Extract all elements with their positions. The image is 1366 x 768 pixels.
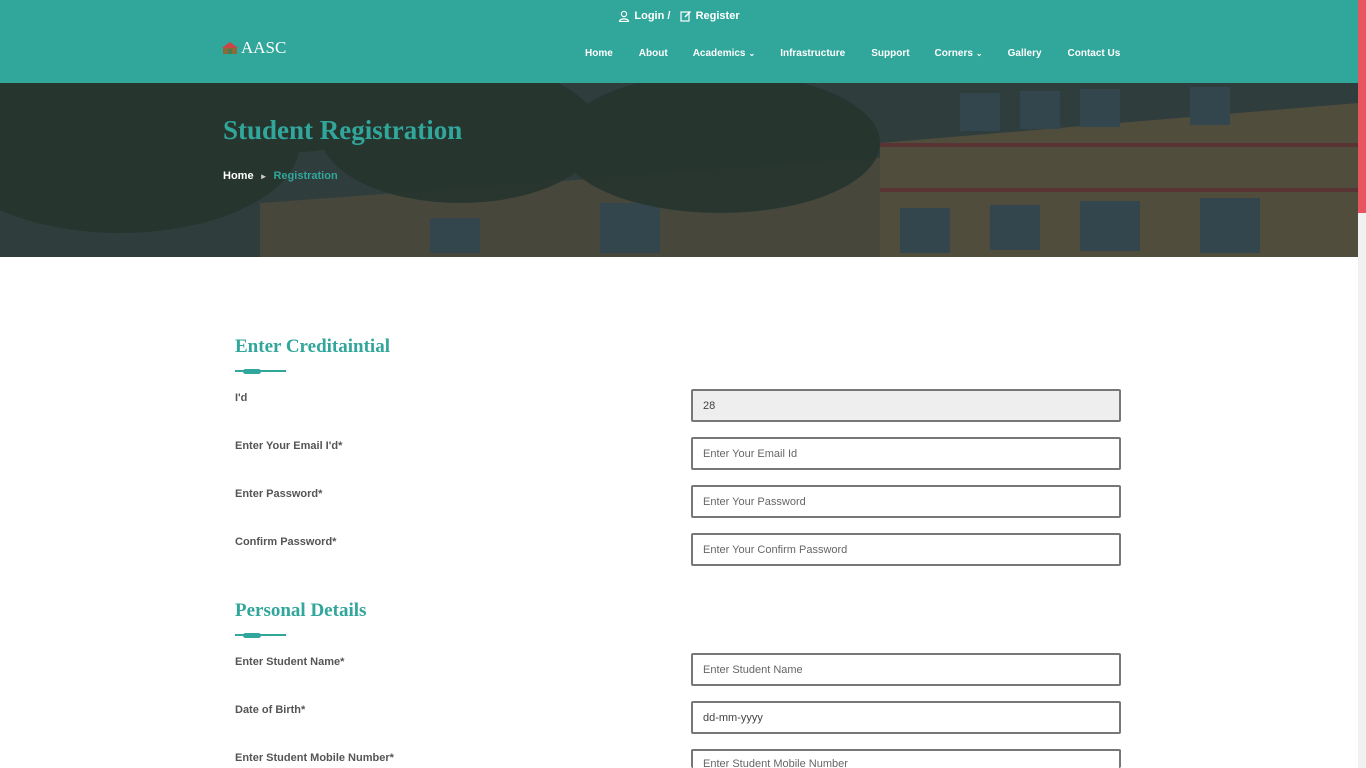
confirm-password-field[interactable] — [691, 533, 1121, 566]
user-icon — [619, 10, 630, 22]
section-underline — [235, 632, 286, 638]
mobile-label: Enter Student Mobile Number* — [235, 752, 394, 764]
site-header: Login / Register AASC Home About Academi… — [0, 0, 1358, 83]
scrollbar-thumb[interactable] — [1358, 0, 1366, 213]
email-field[interactable] — [691, 437, 1121, 470]
login-link[interactable]: Login / — [618, 10, 670, 22]
confirm-password-label: Confirm Password* — [235, 536, 337, 548]
banner-background-image — [0, 83, 1358, 257]
nav-support[interactable]: Support — [871, 48, 909, 59]
credentials-section-title: Enter Creditaintial — [235, 336, 390, 357]
register-label: Register — [695, 10, 740, 22]
site-logo[interactable]: AASC — [222, 38, 286, 58]
email-label: Enter Your Email I'd* — [235, 440, 343, 452]
mobile-field[interactable] — [691, 749, 1121, 768]
nav-about[interactable]: About — [639, 48, 668, 59]
password-label: Enter Password* — [235, 488, 323, 500]
student-name-label: Enter Student Name* — [235, 656, 345, 668]
nav-home-label: Home — [585, 48, 613, 59]
breadcrumb-separator-icon: ► — [259, 171, 268, 181]
nav-contact-label: Contact Us — [1067, 48, 1121, 59]
logo-emblem-icon — [222, 41, 238, 54]
nav-academics[interactable]: Academics ⌄ — [693, 48, 756, 59]
chevron-down-icon: ⌄ — [748, 49, 756, 58]
student-name-field[interactable] — [691, 653, 1121, 686]
chevron-down-icon: ⌄ — [975, 49, 983, 58]
register-link[interactable]: Register — [679, 10, 740, 22]
nav-about-label: About — [638, 48, 668, 59]
page-banner: Student Registration Home ► Registration — [0, 83, 1358, 257]
top-bar: Login / Register — [0, 10, 1358, 25]
page-title: Student Registration — [223, 115, 463, 145]
breadcrumb: Home ► Registration — [223, 170, 338, 182]
nav-gallery-label: Gallery — [1007, 48, 1042, 59]
nav-academics-label: Academics — [692, 48, 746, 59]
nav-support-label: Support — [871, 48, 910, 59]
personal-section-title: Personal Details — [235, 600, 367, 621]
dob-label: Date of Birth* — [235, 704, 306, 716]
id-field[interactable] — [691, 389, 1121, 422]
login-label: Login / — [634, 10, 671, 22]
dob-field[interactable] — [691, 701, 1121, 734]
nav-infrastructure-label: Infrastructure — [780, 48, 846, 59]
breadcrumb-home[interactable]: Home — [223, 170, 254, 182]
section-underline — [235, 368, 286, 374]
breadcrumb-current: Registration — [273, 170, 338, 182]
edit-icon — [679, 10, 691, 22]
nav-infrastructure[interactable]: Infrastructure — [780, 48, 845, 59]
nav-gallery[interactable]: Gallery — [1008, 48, 1042, 59]
nav-corners-label: Corners — [934, 48, 973, 59]
main-nav: Home About Academics ⌄ Infrastructure Sup… — [585, 48, 1120, 59]
logo-text: AASC — [241, 38, 287, 57]
nav-corners[interactable]: Corners ⌄ — [935, 48, 983, 59]
nav-contact-us[interactable]: Contact Us — [1068, 48, 1121, 59]
nav-home[interactable]: Home — [585, 48, 613, 59]
id-label: I'd — [235, 392, 248, 404]
password-field[interactable] — [691, 485, 1121, 518]
